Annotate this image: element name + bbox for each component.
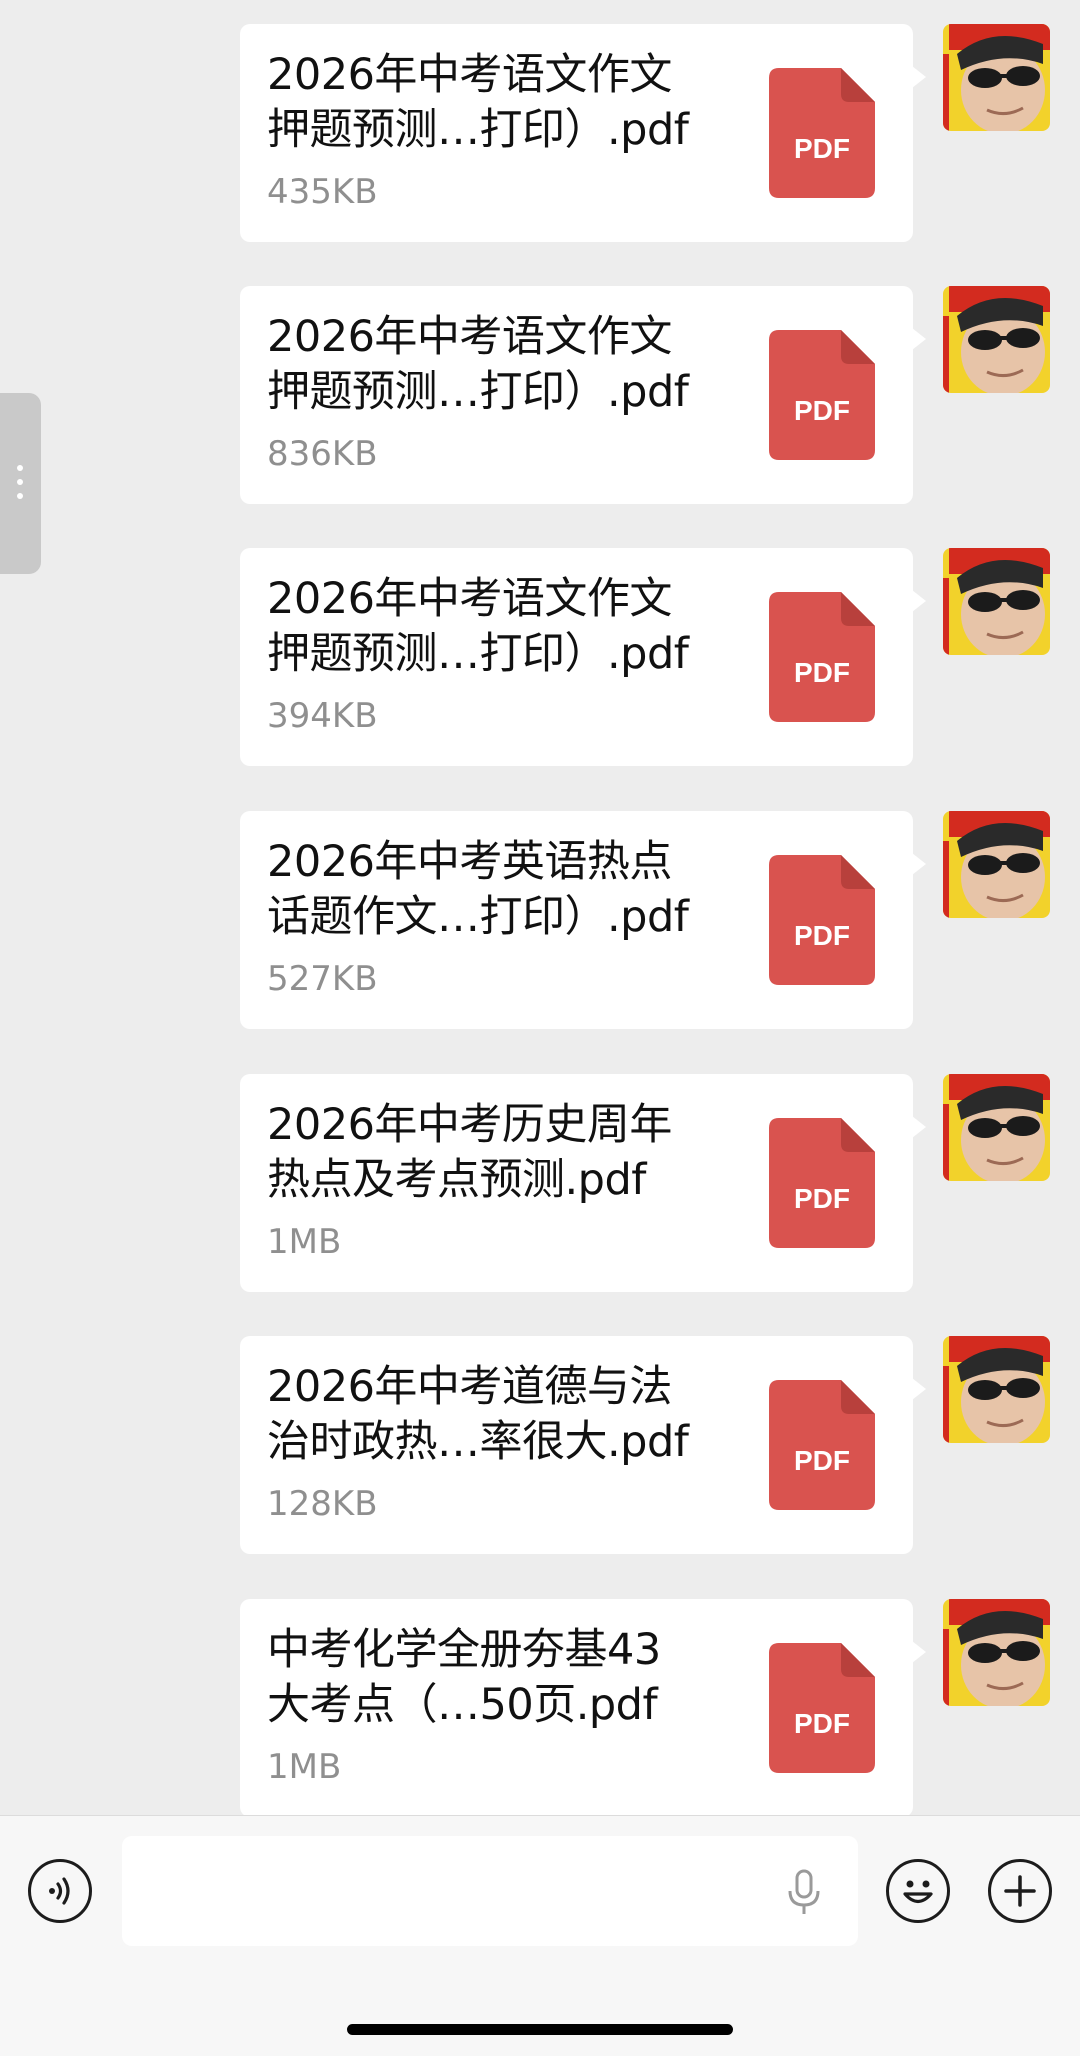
file-bubble[interactable]: 2026年中考英语热点 话题作文…打印）.pdf 527KB PDF (240, 811, 926, 1029)
file-message: 2026年中考语文作文 押题预测…打印）.pdf 394KB PDF (0, 548, 1080, 766)
file-name: 2026年中考语文作文 押题预测…打印）.pdf (267, 50, 689, 155)
avatar[interactable] (943, 286, 1050, 393)
emoji-button[interactable] (886, 1859, 950, 1923)
file-name: 中考化学全册夯基43 大考点（…50页.pdf (267, 1625, 661, 1730)
pdf-label: PDF (794, 1708, 850, 1739)
file-bubble[interactable]: 中考化学全册夯基43 大考点（…50页.pdf 1MB PDF (240, 1599, 926, 1817)
message-input[interactable] (122, 1836, 858, 1946)
pdf-file-icon: PDF (769, 68, 875, 198)
avatar[interactable] (943, 1074, 1050, 1181)
file-size: 394KB (267, 696, 378, 736)
file-name: 2026年中考道德与法 治时政热…率很大.pdf (267, 1362, 689, 1467)
pdf-label: PDF (794, 133, 850, 164)
pdf-label: PDF (794, 920, 850, 951)
file-size: 1MB (267, 1222, 342, 1262)
file-bubble[interactable]: 2026年中考历史周年 热点及考点预测.pdf 1MB PDF (240, 1074, 926, 1292)
avatar[interactable] (943, 24, 1050, 131)
side-drawer-handle[interactable] (0, 393, 41, 574)
pdf-file-icon: PDF (769, 1118, 875, 1248)
file-name: 2026年中考语文作文 押题预测…打印）.pdf (267, 312, 689, 417)
avatar[interactable] (943, 1599, 1050, 1706)
avatar[interactable] (943, 811, 1050, 918)
file-message: 2026年中考英语热点 话题作文…打印）.pdf 527KB PDF (0, 811, 1080, 1029)
avatar-image (943, 1336, 1050, 1443)
add-button[interactable] (988, 1859, 1052, 1923)
microphone-icon[interactable] (784, 1869, 824, 1917)
pdf-label: PDF (794, 1445, 850, 1476)
avatar-image (943, 1599, 1050, 1706)
voice-toggle-button[interactable] (28, 1859, 92, 1923)
pdf-label: PDF (794, 657, 850, 688)
file-size: 435KB (267, 172, 378, 212)
file-bubble[interactable]: 2026年中考道德与法 治时政热…率很大.pdf 128KB PDF (240, 1336, 926, 1554)
avatar-image (943, 286, 1050, 393)
file-bubble[interactable]: 2026年中考语文作文 押题预测…打印）.pdf 394KB PDF (240, 548, 926, 766)
more-dots-icon (16, 465, 24, 503)
file-name: 2026年中考历史周年 热点及考点预测.pdf (267, 1100, 672, 1205)
file-message: 2026年中考道德与法 治时政热…率很大.pdf 128KB PDF (0, 1336, 1080, 1554)
pdf-file-icon: PDF (769, 1643, 875, 1773)
avatar[interactable] (943, 1336, 1050, 1443)
smile-face-icon (903, 1880, 933, 1904)
pdf-file-icon: PDF (769, 592, 875, 722)
pdf-label: PDF (794, 1183, 850, 1214)
file-bubble[interactable]: 2026年中考语文作文 押题预测…打印）.pdf 435KB PDF (240, 24, 926, 242)
file-message: 2026年中考语文作文 押题预测…打印）.pdf 836KB PDF (0, 286, 1080, 504)
chat-input-bar (0, 1815, 1080, 2056)
file-size: 1MB (267, 1747, 342, 1787)
file-message: 2026年中考语文作文 押题预测…打印）.pdf 435KB PDF (0, 24, 1080, 242)
home-indicator (347, 2024, 733, 2035)
pdf-label: PDF (794, 395, 850, 426)
file-name: 2026年中考语文作文 押题预测…打印）.pdf (267, 574, 689, 679)
file-name: 2026年中考英语热点 话题作文…打印）.pdf (267, 837, 689, 942)
file-size: 128KB (267, 1484, 378, 1524)
avatar-image (943, 811, 1050, 918)
pdf-file-icon: PDF (769, 1380, 875, 1510)
file-message: 中考化学全册夯基43 大考点（…50页.pdf 1MB PDF (0, 1599, 1080, 1817)
plus-circle-icon (1004, 1875, 1036, 1907)
avatar[interactable] (943, 548, 1050, 655)
pdf-file-icon: PDF (769, 855, 875, 985)
file-size: 836KB (267, 434, 378, 474)
avatar-image (943, 24, 1050, 131)
voice-wave-icon (49, 1877, 70, 1905)
avatar-image (943, 548, 1050, 655)
pdf-file-icon: PDF (769, 330, 875, 460)
file-bubble[interactable]: 2026年中考语文作文 押题预测…打印）.pdf 836KB PDF (240, 286, 926, 504)
file-size: 527KB (267, 959, 378, 999)
avatar-image (943, 1074, 1050, 1181)
file-message: 2026年中考历史周年 热点及考点预测.pdf 1MB PDF (0, 1074, 1080, 1292)
